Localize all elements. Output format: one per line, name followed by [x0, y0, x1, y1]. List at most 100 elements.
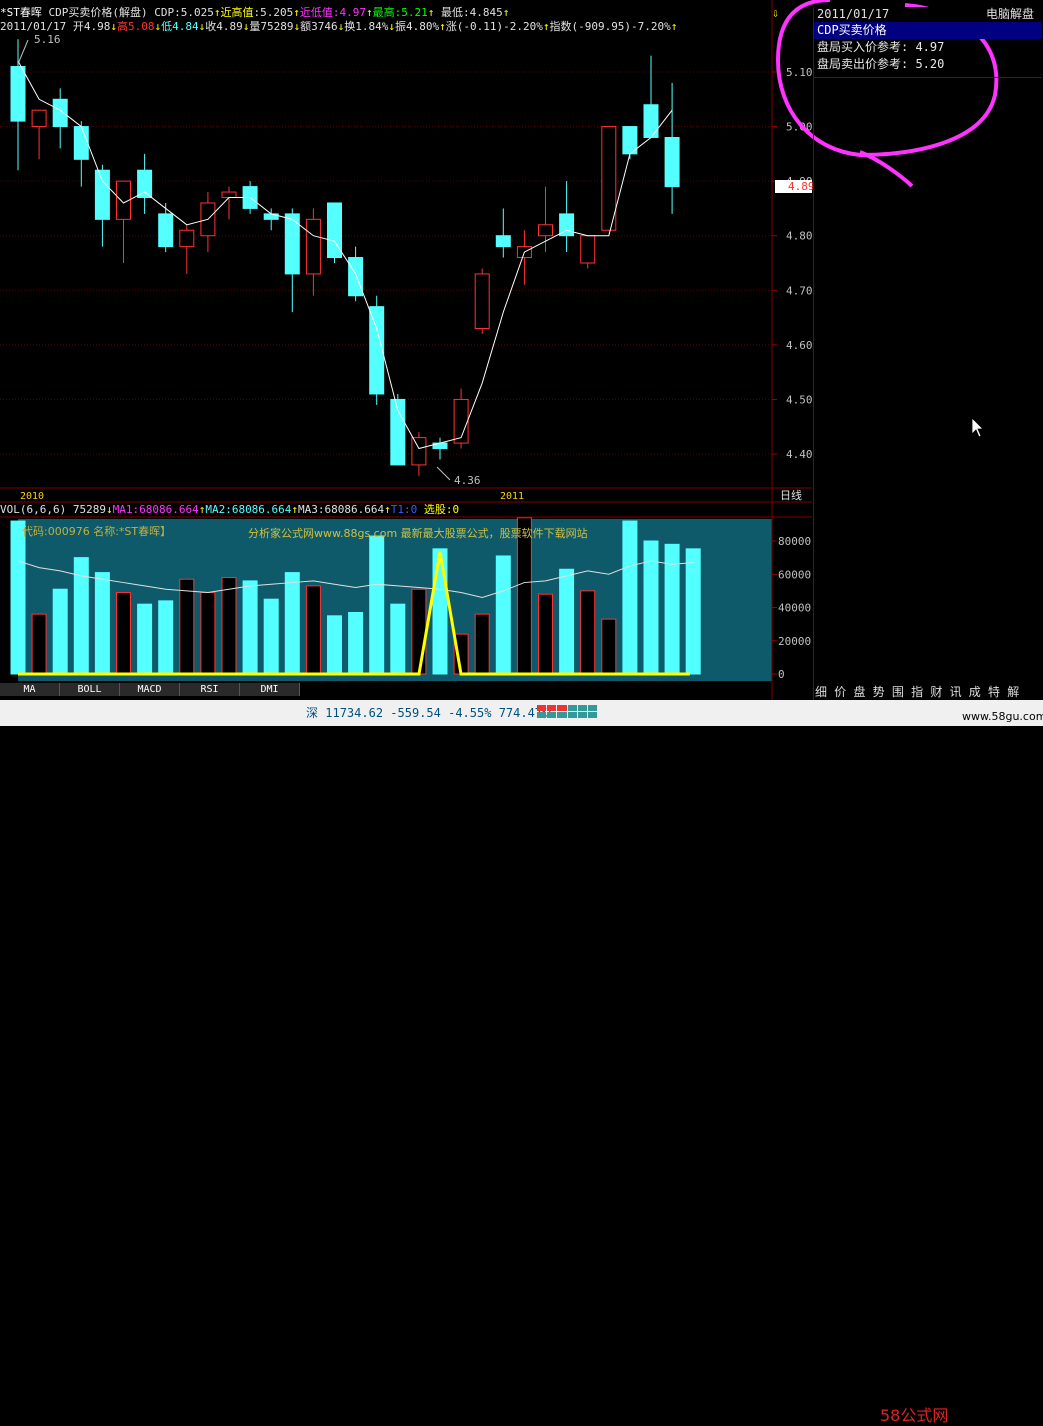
volume-bar — [179, 578, 195, 675]
candle-body — [52, 98, 68, 128]
tab-rsi[interactable]: RSI — [180, 683, 240, 696]
stock-name: *ST春晖 — [0, 6, 42, 19]
volume-bar — [685, 548, 701, 675]
index-value: 指数(-909.95)-7.20% — [549, 20, 671, 33]
side-panel: 2011/01/17 电脑解盘 CDP买卖价格 盘局买入价参考: 4.97 盘局… — [813, 7, 1042, 702]
volume-header: VOL(6,6,6) 75289↓MA1:68086.664↑MA2:68086… — [0, 503, 460, 516]
near-low-label: 近低值 — [299, 6, 333, 19]
volume-bar — [369, 535, 385, 675]
volume-bar — [601, 618, 617, 675]
candle-body — [158, 213, 174, 248]
volume-bar — [495, 555, 511, 675]
vol-tick-label: 80000 — [778, 535, 811, 548]
volume-bar — [580, 590, 596, 675]
indicator-name: CDP买卖价格(解盘) — [48, 6, 148, 19]
scroll-arrow-icon[interactable]: ⇩ — [772, 6, 779, 20]
volume-bar — [116, 592, 131, 675]
candle-body — [73, 126, 89, 160]
low-value: 低4.84 — [161, 20, 199, 33]
side-divider — [814, 77, 1042, 78]
volume-bar — [390, 603, 406, 675]
open-value: 开4.98 — [72, 20, 111, 33]
highest-value: :5.21 — [394, 6, 428, 19]
volume-bar — [10, 520, 26, 675]
vol-watermark: 代码:000976 名称:*ST春晖】 — [22, 524, 171, 538]
volume-bar — [242, 580, 258, 675]
price-tick-label: 4.70 — [786, 284, 813, 297]
highest-label: 最高 — [372, 6, 395, 19]
volume-bar — [137, 603, 153, 675]
lowest-value: 最低:4.845 — [440, 6, 503, 19]
quote-header: 2011/01/17 开4.98↓高5.08↓低4.84↓收4.89↓量7528… — [0, 20, 678, 33]
quote-date: 2011/01/17 — [0, 20, 67, 33]
volume-bar — [411, 588, 427, 675]
candle-body — [474, 273, 490, 329]
indicator-header: *ST春晖 CDP买卖价格(解盘) CDP:5.025↑近高值:5.205↑近低… — [0, 6, 510, 19]
candle-body — [179, 229, 195, 248]
near-low-value: :4.97 — [332, 6, 366, 19]
price-tick-label: 4.50 — [786, 393, 813, 406]
volume-bar — [432, 548, 448, 675]
tab-macd[interactable]: MACD — [120, 683, 180, 696]
side-item-sell[interactable]: 盘局卖出价参考: 5.20 — [814, 56, 1042, 73]
volume-bar — [474, 613, 490, 675]
turnover-value: 换1.84% — [344, 20, 389, 33]
side-item-buy[interactable]: 盘局买入价参考: 4.97 — [814, 39, 1042, 56]
vol-tick-label: 60000 — [778, 568, 811, 581]
near-high-label: 近高值 — [220, 6, 254, 19]
vol-t1: T1:0 — [390, 503, 418, 516]
market-strength-icon — [537, 705, 598, 719]
low-annotation-line — [436, 466, 451, 481]
vol-ma2: MA2:68086.664 — [205, 503, 292, 516]
cdp-value: CDP:5.025 — [154, 6, 214, 19]
volume-bar — [348, 611, 364, 675]
candle-body — [348, 257, 364, 297]
volume-bar — [284, 572, 300, 675]
vol-tick-label: 0 — [778, 668, 785, 681]
volume-bar — [94, 572, 110, 675]
x-label-2011: 2011 — [500, 491, 524, 502]
vol-select: 选股:0 — [423, 503, 460, 516]
volume-bar — [327, 615, 342, 675]
side-panel-date: 2011/01/17 — [817, 7, 890, 21]
candle-body — [664, 136, 680, 188]
price-tick-label: 4.80 — [786, 230, 813, 243]
tab-dmi[interactable]: DMI — [240, 683, 300, 696]
candle-body — [10, 66, 26, 122]
period-label[interactable]: 日线 — [780, 488, 802, 502]
volume-bar — [305, 585, 321, 675]
vol-ma1: MA1:68086.664 — [112, 503, 199, 516]
candle-body — [305, 218, 321, 275]
near-high-value: :5.205 — [253, 6, 294, 19]
side-panel-title[interactable]: 电脑解盘 — [986, 7, 1042, 22]
candle-body — [31, 109, 47, 128]
side-tabs[interactable]: 细 价 盘 势 围 指 财 讯 成 特 解 — [815, 683, 1019, 700]
vol-title: VOL(6,6,6) — [0, 503, 67, 516]
candle-body — [580, 235, 596, 264]
vol-ma3: MA3:68086.664 — [298, 503, 385, 516]
price-axis: 5.105.004.904.804.704.604.504.40 — [772, 66, 813, 461]
side-item-selected[interactable]: CDP买卖价格 — [814, 22, 1042, 39]
candle-body — [643, 104, 659, 138]
market-index[interactable]: 深 11734.62 -559.54 -4.55% 774.47亿 — [306, 704, 554, 721]
candle-body — [538, 224, 553, 237]
status-bar: 深 11734.62 -559.54 -4.55% 774.47亿 58公式网 — [0, 700, 1043, 1425]
candle-body — [495, 235, 511, 248]
current-price-label: 4.89 — [788, 180, 815, 193]
candle-body — [137, 169, 153, 199]
tab-boll[interactable]: BOLL — [60, 683, 120, 696]
vol-tick-label: 40000 — [778, 602, 811, 615]
index-change: -559.54 — [390, 706, 441, 720]
candle-body — [221, 191, 237, 199]
amount-value: 额3746 — [300, 20, 338, 33]
candle-body — [411, 437, 427, 466]
index-value-status: 11734.62 — [325, 706, 384, 720]
site-logo: 58公式网 — [880, 1406, 949, 1425]
vol-value: 75289 — [72, 503, 106, 516]
price-tick-label: 4.60 — [786, 339, 813, 352]
price-ma-line — [17, 60, 673, 450]
high-annotation: 5.16 — [34, 33, 61, 46]
tab-ma[interactable]: MA — [0, 683, 60, 696]
volume-value: 量75289 — [249, 20, 294, 33]
volume-bar — [516, 517, 532, 675]
